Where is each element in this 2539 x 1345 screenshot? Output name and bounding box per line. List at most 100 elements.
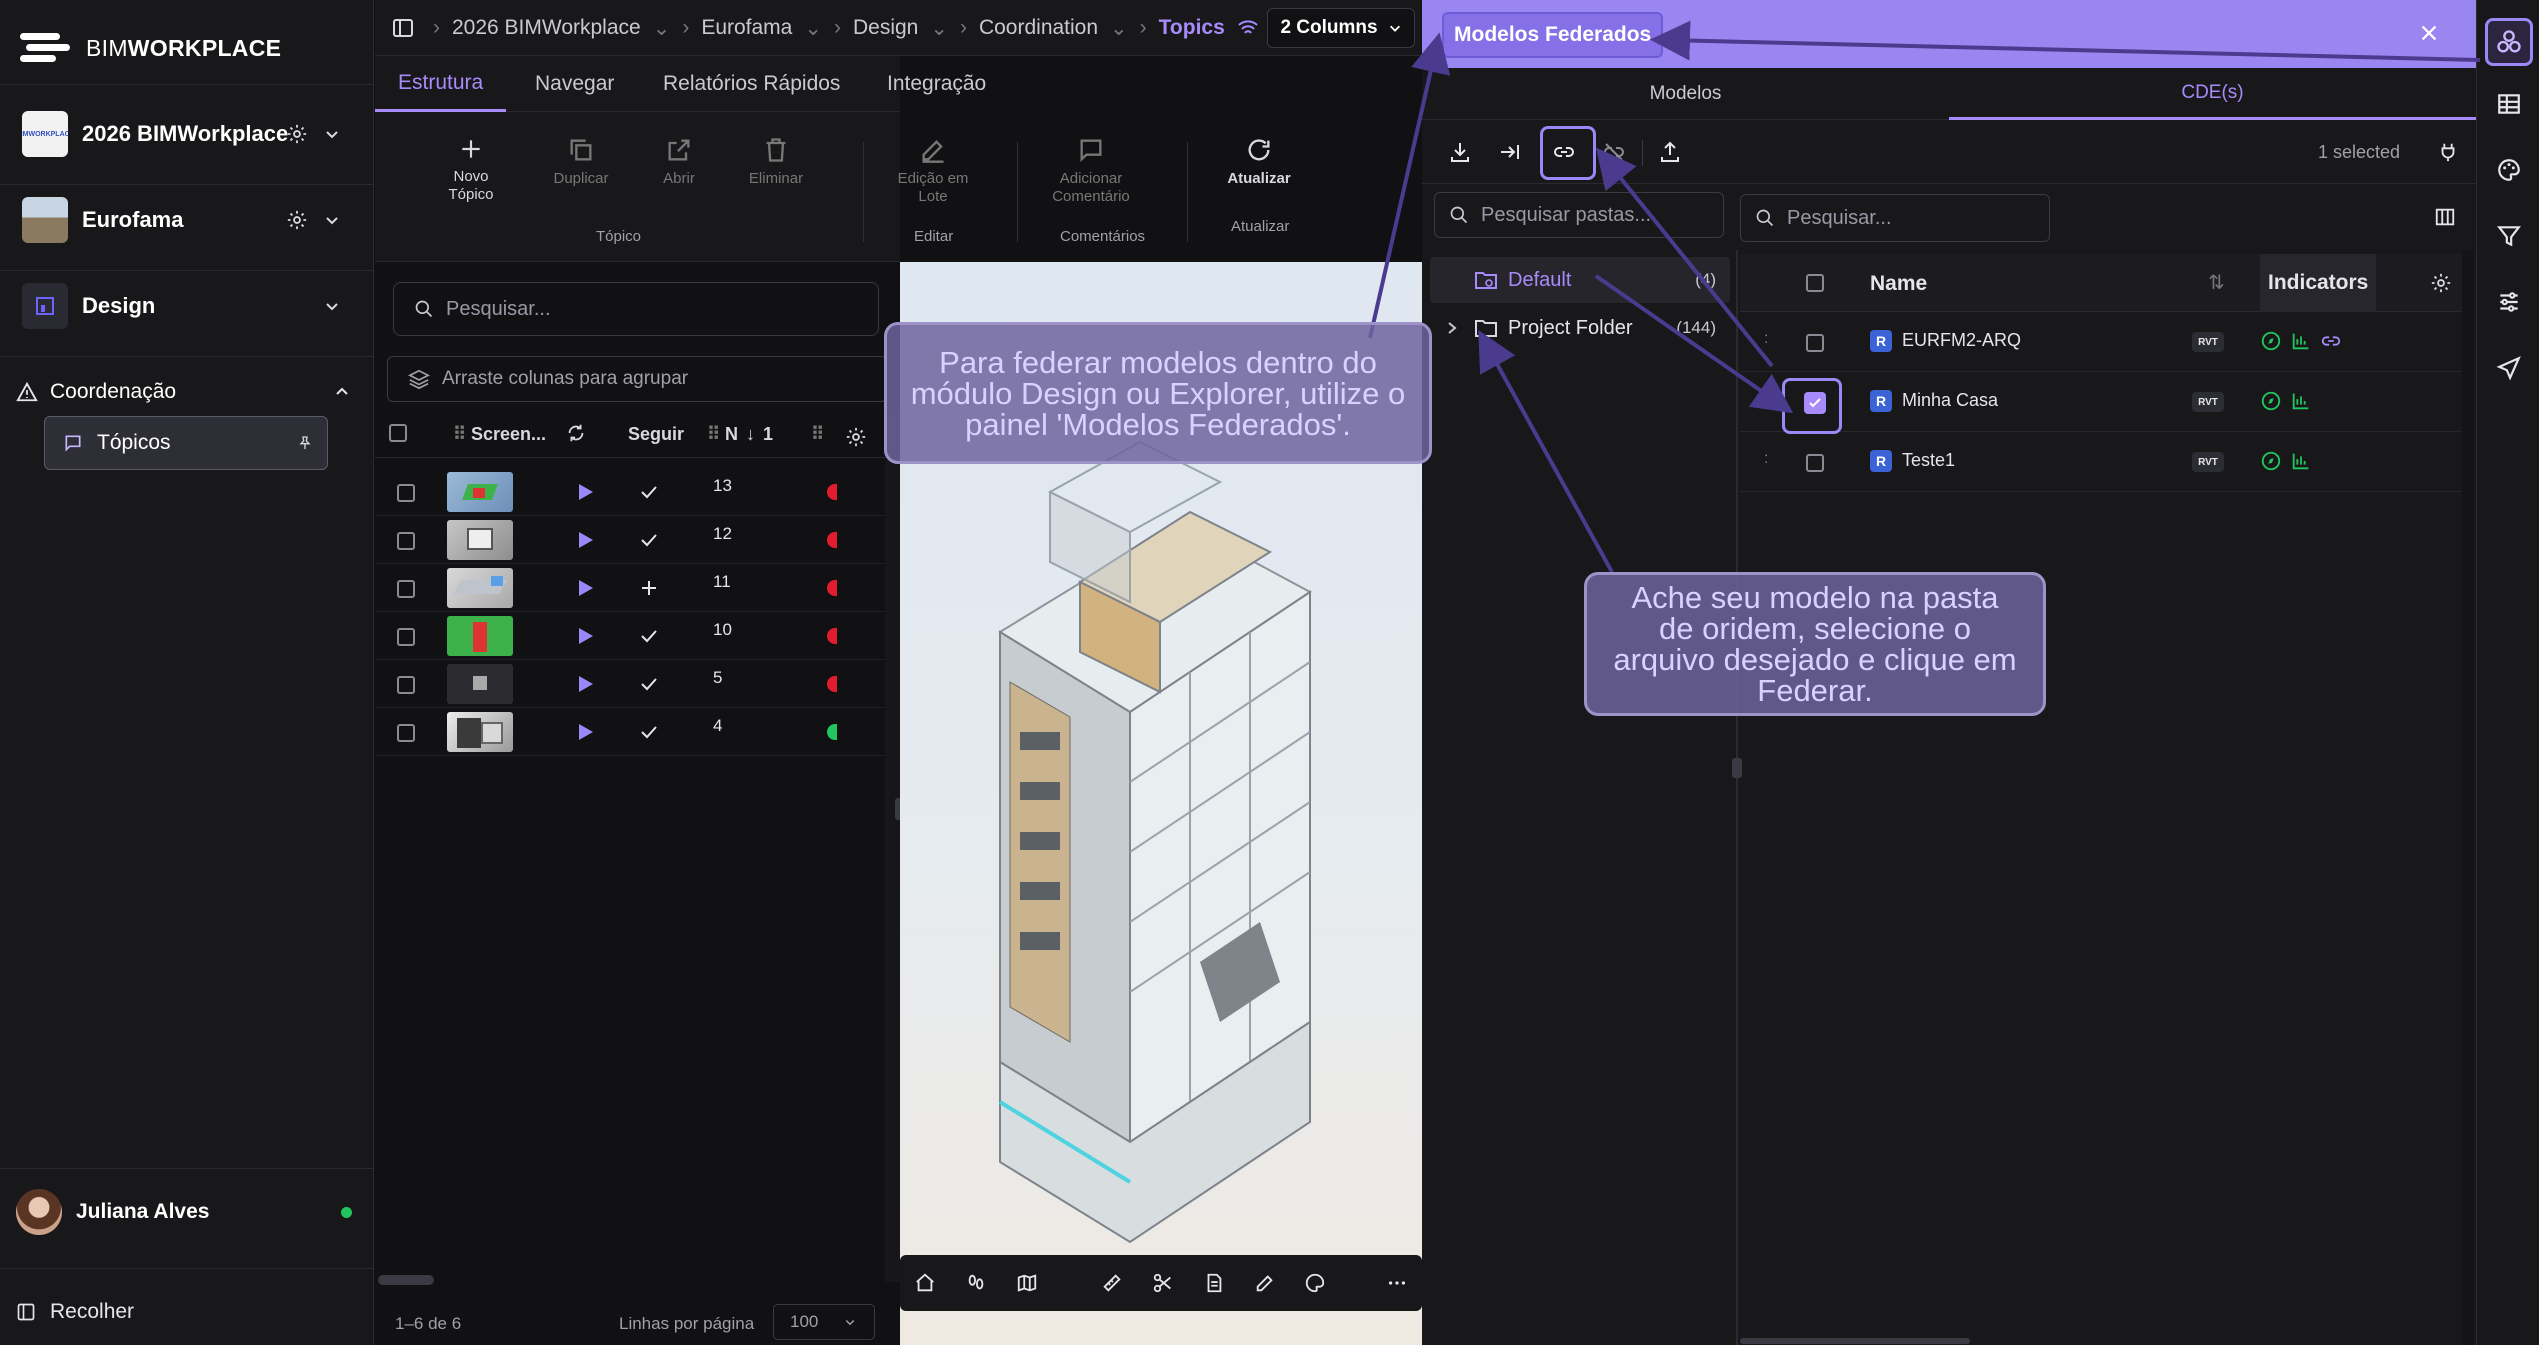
project-selector-eurofama[interactable]: Eurofama [0, 178, 374, 262]
tab-navegar[interactable]: Navegar [535, 56, 614, 112]
row-checkbox[interactable] [397, 724, 415, 742]
breadcrumb-section[interactable]: Coordination [979, 16, 1098, 40]
play-icon[interactable] [575, 626, 595, 646]
model-row[interactable]: : R Teste1 RVT [1740, 432, 2462, 492]
columns-icon[interactable] [2434, 206, 2456, 228]
check-icon[interactable] [639, 674, 659, 694]
panel-resize-handle[interactable] [1732, 758, 1742, 778]
models-horizontal-scrollbar[interactable] [1740, 1338, 1970, 1344]
row-checkbox[interactable] [397, 676, 415, 694]
play-icon[interactable] [575, 674, 595, 694]
gear-icon[interactable] [286, 209, 308, 231]
compass-icon[interactable] [2260, 330, 2282, 352]
add-comment-button[interactable]: Adicionar Comentário [1041, 136, 1141, 206]
topic-screenshot[interactable] [447, 568, 513, 608]
new-topic-button[interactable]: Novo Tópico [431, 136, 511, 204]
collapse-sidebar-button[interactable]: Recolher [16, 1300, 134, 1324]
properties-button[interactable] [1188, 1255, 1239, 1311]
section-coordenacao[interactable]: Coordenação [16, 374, 360, 410]
topics-horizontal-scrollbar[interactable] [378, 1275, 434, 1285]
group-by-dropzone[interactable]: Arraste colunas para agrupar [387, 356, 887, 402]
markup-button[interactable] [1239, 1255, 1290, 1311]
row-checkbox[interactable] [397, 484, 415, 502]
link-icon[interactable] [2320, 330, 2342, 352]
section-cut-button[interactable] [1137, 1255, 1188, 1311]
table-row[interactable]: 13 [375, 468, 885, 516]
refresh-button[interactable]: Atualizar [1219, 136, 1299, 188]
model-search-input[interactable]: Pesquisar... [1740, 194, 2050, 242]
open-button[interactable]: Abrir [639, 136, 719, 188]
breadcrumb-workspace[interactable]: 2026 BIMWorkplace [452, 16, 641, 40]
select-all-checkbox[interactable] [389, 424, 407, 442]
folders-divider[interactable] [1736, 250, 1738, 1345]
column-seguir[interactable]: Seguir [628, 424, 684, 445]
table-row[interactable]: 4 [375, 708, 885, 756]
close-icon[interactable] [2418, 22, 2440, 44]
connect-button[interactable] [2430, 134, 2466, 170]
delete-button[interactable]: Eliminar [736, 136, 816, 188]
send-rail-button[interactable] [2491, 350, 2527, 386]
topic-screenshot[interactable] [447, 472, 513, 512]
topics-vertical-scrollbar[interactable] [885, 412, 900, 1282]
walk-mode-button[interactable] [951, 1255, 1002, 1311]
folder-search-input[interactable]: Pesquisar pastas... [1434, 192, 1724, 238]
models-scrollbar[interactable] [2462, 250, 2474, 1345]
topic-screenshot[interactable] [447, 664, 513, 704]
chevron-up-icon[interactable] [334, 384, 350, 400]
table-rail-button[interactable] [2491, 86, 2527, 122]
chevron-down-icon[interactable] [324, 298, 340, 314]
table-row[interactable]: 5 [375, 660, 885, 708]
chevron-down-icon[interactable] [324, 126, 340, 142]
check-icon[interactable] [639, 626, 659, 646]
gear-icon[interactable] [2430, 272, 2452, 294]
chart-icon[interactable] [2290, 450, 2312, 472]
row-checkbox[interactable] [397, 532, 415, 550]
appearance-rail-button[interactable] [2491, 152, 2527, 188]
project-selector-workspace[interactable]: BIMWORKPLACE 2026 BIMWorkplace [0, 92, 374, 176]
play-icon[interactable] [575, 722, 595, 742]
column-name[interactable]: Name [1870, 272, 1927, 296]
module-selector-design[interactable]: Design [0, 264, 374, 348]
model-row[interactable]: : R EURFM2-ARQ RVT [1740, 312, 2462, 372]
tab-integracao[interactable]: Integração [887, 56, 986, 112]
play-icon[interactable] [575, 482, 595, 502]
batch-edit-button[interactable]: Edição em Lote [893, 136, 973, 206]
toggle-sidebar-icon[interactable] [391, 16, 415, 40]
gear-icon[interactable] [845, 426, 867, 448]
more-options-button[interactable] [1371, 1255, 1422, 1311]
unfederate-button[interactable] [1596, 134, 1632, 170]
settings-rail-button[interactable] [2491, 284, 2527, 320]
table-row[interactable]: 10 [375, 612, 885, 660]
column-indicators[interactable]: Indicators [2260, 254, 2377, 312]
sync-icon[interactable] [565, 422, 587, 444]
gear-icon[interactable] [286, 123, 308, 145]
table-row[interactable]: 12 [375, 516, 885, 564]
column-screenshot[interactable]: Screen... [471, 424, 546, 445]
map-button[interactable] [1002, 1255, 1053, 1311]
appearance-button[interactable] [1290, 1255, 1341, 1311]
breadcrumb-project[interactable]: Eurofama [701, 16, 792, 40]
measure-button[interactable] [1087, 1255, 1138, 1311]
columns-selector[interactable]: 2 Columns [1267, 8, 1415, 48]
check-icon[interactable] [639, 482, 659, 502]
breadcrumb-current[interactable]: Topics [1159, 16, 1225, 40]
check-icon[interactable] [639, 722, 659, 742]
topic-screenshot[interactable] [447, 616, 513, 656]
plus-icon[interactable] [639, 578, 659, 598]
filter-rail-button[interactable] [2491, 218, 2527, 254]
breadcrumb-module[interactable]: Design [853, 16, 918, 40]
check-icon[interactable] [639, 530, 659, 550]
topic-screenshot[interactable] [447, 520, 513, 560]
download-button[interactable] [1442, 134, 1478, 170]
sort-desc-icon[interactable]: ↓ [746, 424, 755, 445]
sidebar-item-topicos[interactable]: Tópicos [44, 416, 328, 470]
topic-search-input[interactable]: Pesquisar... [393, 282, 879, 336]
topic-screenshot[interactable] [447, 712, 513, 752]
select-all-models-checkbox[interactable] [1806, 274, 1824, 292]
row-checkbox[interactable] [397, 628, 415, 646]
sort-icon[interactable]: ⇅ [2208, 270, 2225, 295]
compass-icon[interactable] [2260, 390, 2282, 412]
upload-button[interactable] [1652, 134, 1688, 170]
folder-default[interactable]: Default (4) [1430, 257, 1730, 303]
model-row[interactable]: : R Minha Casa RVT [1740, 372, 2462, 432]
